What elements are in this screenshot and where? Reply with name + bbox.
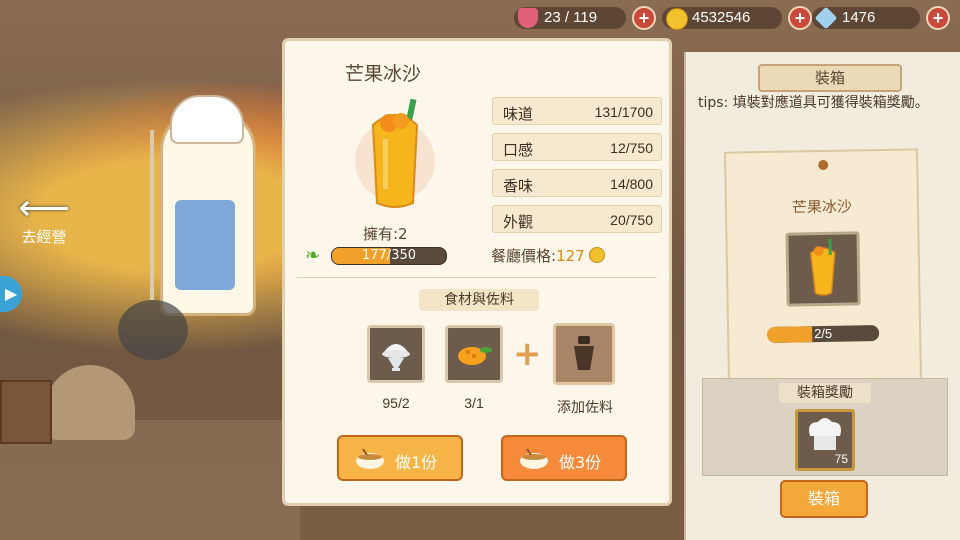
heart-icon [518, 8, 538, 28]
section-divider [297, 277, 657, 278]
showcase-card-title: 芒果冰沙 [791, 197, 853, 217]
showcase-progress-bar: 2/5 [767, 325, 880, 343]
showcase-title: 裝箱 [758, 64, 902, 92]
reward-area: 裝箱獎勵 75 [702, 378, 948, 476]
leaf-icon: ❧ [305, 245, 321, 266]
plus-icon: + [513, 334, 542, 374]
ingredient-count: 3/1 [464, 395, 484, 411]
coins-resource: 4532546 + [662, 6, 812, 30]
showcase-tips: tips: 填裝對應道具可獲得裝箱獎勵。 [698, 95, 929, 111]
pin-icon [818, 159, 829, 171]
gems-box: 1476 [812, 6, 920, 30]
owned-count: 擁有:2 [363, 225, 408, 243]
back-label: 去經營 [21, 229, 67, 246]
pack-button[interactable]: 裝箱 [780, 480, 868, 518]
stat-texture: 口感 12/750 [492, 133, 662, 161]
stat-value: 14/800 [610, 176, 653, 192]
restaurant-price: 餐廳價格:127 [491, 245, 606, 266]
cook-one-label: 做1份 [395, 453, 438, 472]
gem-icon [814, 6, 838, 30]
stat-name: 口感 [503, 141, 534, 159]
coins-value: 4532546 [692, 9, 751, 26]
mango-smoothie-icon [809, 238, 836, 296]
add-seasoning-label: 添加佐料 [557, 400, 613, 416]
exp-bar: 177/350 [331, 247, 447, 265]
stat-name: 香味 [503, 177, 534, 195]
bowl-icon [356, 448, 384, 469]
chef-fork [150, 130, 154, 300]
cook-three-label: 做3份 [559, 453, 602, 472]
ingredients-header: 食材與佐料 [419, 289, 539, 311]
mango-smoothie-icon [355, 99, 435, 208]
exp-max: 350 [391, 248, 417, 263]
add-seasoning-slot[interactable] [553, 323, 615, 385]
stat-value: 12/750 [610, 140, 653, 156]
cook-one-button[interactable]: 做1份 [337, 435, 463, 481]
price-label: 餐廳價格: [491, 247, 557, 265]
stat-taste: 味道 131/1700 [492, 97, 662, 125]
gems-value: 1476 [842, 9, 876, 26]
showcase-card: 芒果冰沙 2/5 [723, 148, 923, 386]
stat-value: 131/1700 [594, 104, 653, 120]
reward-count: 75 [834, 452, 848, 466]
add-coins-button[interactable]: + [788, 6, 812, 30]
stat-appearance: 外觀 20/750 [492, 205, 662, 233]
stat-name: 外觀 [503, 213, 534, 231]
mango-icon [458, 347, 492, 365]
exp-bar-text: 177/350 [332, 248, 446, 264]
ingredient-count: 95/2 [382, 395, 410, 411]
fan-decoration [118, 300, 188, 360]
gems-resource: 1476 + [812, 6, 950, 30]
wood-crate [0, 380, 52, 444]
add-hearts-button[interactable]: + [632, 6, 656, 30]
seasoning-bottle-icon [574, 336, 594, 370]
hearts-box: 23 / 119 [514, 7, 626, 29]
chef-vest [175, 200, 235, 290]
showcase-progress-text: 2/5 [813, 325, 833, 342]
reward-title: 裝箱獎勵 [779, 383, 871, 403]
showcase-panel: 裝箱 tips: 填裝對應道具可獲得裝箱獎勵。 芒果冰沙 2/5 裝箱獎勵 75… [684, 52, 960, 540]
dish-panel: 芒果冰沙 擁有:2 ❧ 177/350 味道 131/1700 口感 12/75… [282, 38, 672, 506]
cook-three-button[interactable]: 做3份 [501, 435, 627, 481]
ingredient-slot-ice-cream[interactable] [367, 325, 425, 383]
reward-item-slot[interactable]: 75 [795, 409, 855, 471]
hearts-value: 23 / 119 [544, 9, 598, 26]
left-arrow-icon: ⟵ [18, 187, 70, 228]
ice-cream-icon [382, 344, 410, 371]
chef-hat [170, 95, 244, 144]
stat-name: 味道 [503, 105, 534, 123]
stat-value: 20/750 [610, 212, 653, 228]
showcase-dish-slot[interactable] [785, 231, 861, 307]
dish-title: 芒果冰沙 [345, 63, 422, 85]
add-gems-button[interactable]: + [926, 6, 950, 30]
exp-current: 177 [361, 248, 387, 263]
stat-aroma: 香味 14/800 [492, 169, 662, 197]
ingredient-slot-mango[interactable] [445, 325, 503, 383]
coins-box: 4532546 [662, 7, 782, 30]
coin-icon [589, 247, 606, 263]
price-value: 127 [556, 247, 585, 265]
bowl-icon [520, 448, 548, 469]
back-to-business-button[interactable]: ⟵ 去經營 [6, 190, 82, 250]
coin-icon [666, 8, 688, 30]
hearts-resource: 23 / 119 + [514, 6, 656, 30]
